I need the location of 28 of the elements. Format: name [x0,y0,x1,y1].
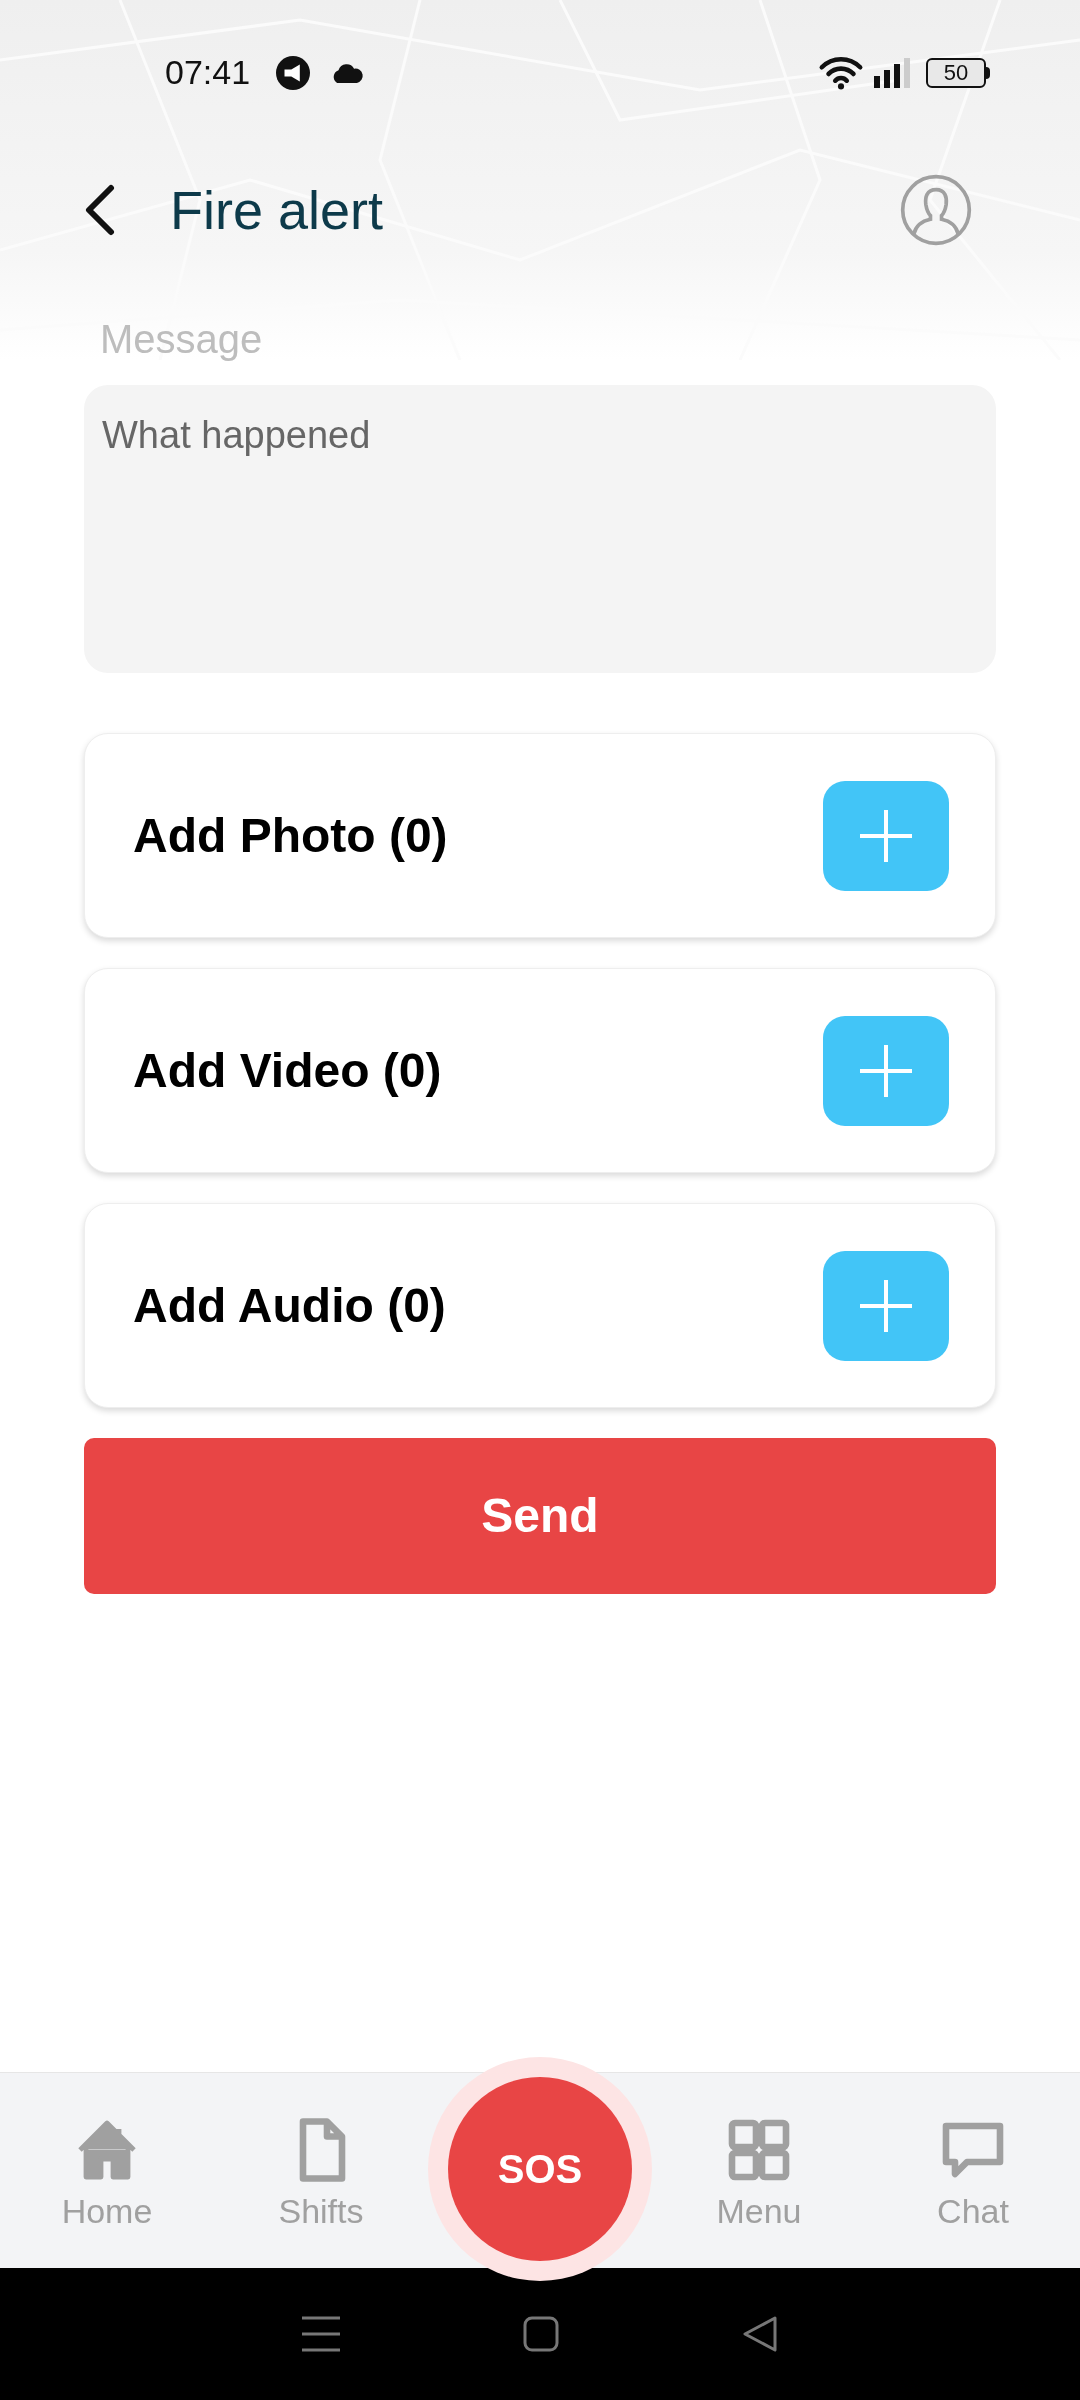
add-button[interactable] [823,1250,949,1361]
attachment-label: Add Audio (0) [133,1277,446,1334]
attachment-label: Add Video (0) [133,1042,442,1099]
message-field[interactable]: What happened [84,385,996,673]
nav-tab[interactable]: Menu [716,2113,802,2228]
square-icon [523,2316,559,2352]
attachment-label: Add Photo (0) [133,807,448,864]
plus-icon [858,1042,914,1099]
back-triangle-icon [742,2315,779,2353]
back-icon [85,184,115,236]
send-button[interactable]: Send [84,1438,996,1594]
add-button[interactable] [823,780,949,891]
plus-icon [858,807,914,864]
message-label: Message [100,319,264,359]
sos-button[interactable]: SOS [448,2076,632,2261]
nav-tab[interactable]: Chat [937,2113,1009,2228]
nav-tab[interactable]: Shifts [278,2113,364,2228]
user-icon [899,173,973,247]
page-title: Fire alert [170,183,384,237]
status-time: 07:41 [165,52,251,93]
notification-icon [276,55,311,90]
wifi-icon [818,54,864,91]
plus-icon [858,1277,914,1334]
battery-indicator: 50 [926,57,990,88]
profile-button[interactable] [899,173,973,247]
nav-tab[interactable]: Home [61,2113,153,2228]
add-button[interactable] [823,1015,949,1126]
menu-icon [301,2316,340,2352]
